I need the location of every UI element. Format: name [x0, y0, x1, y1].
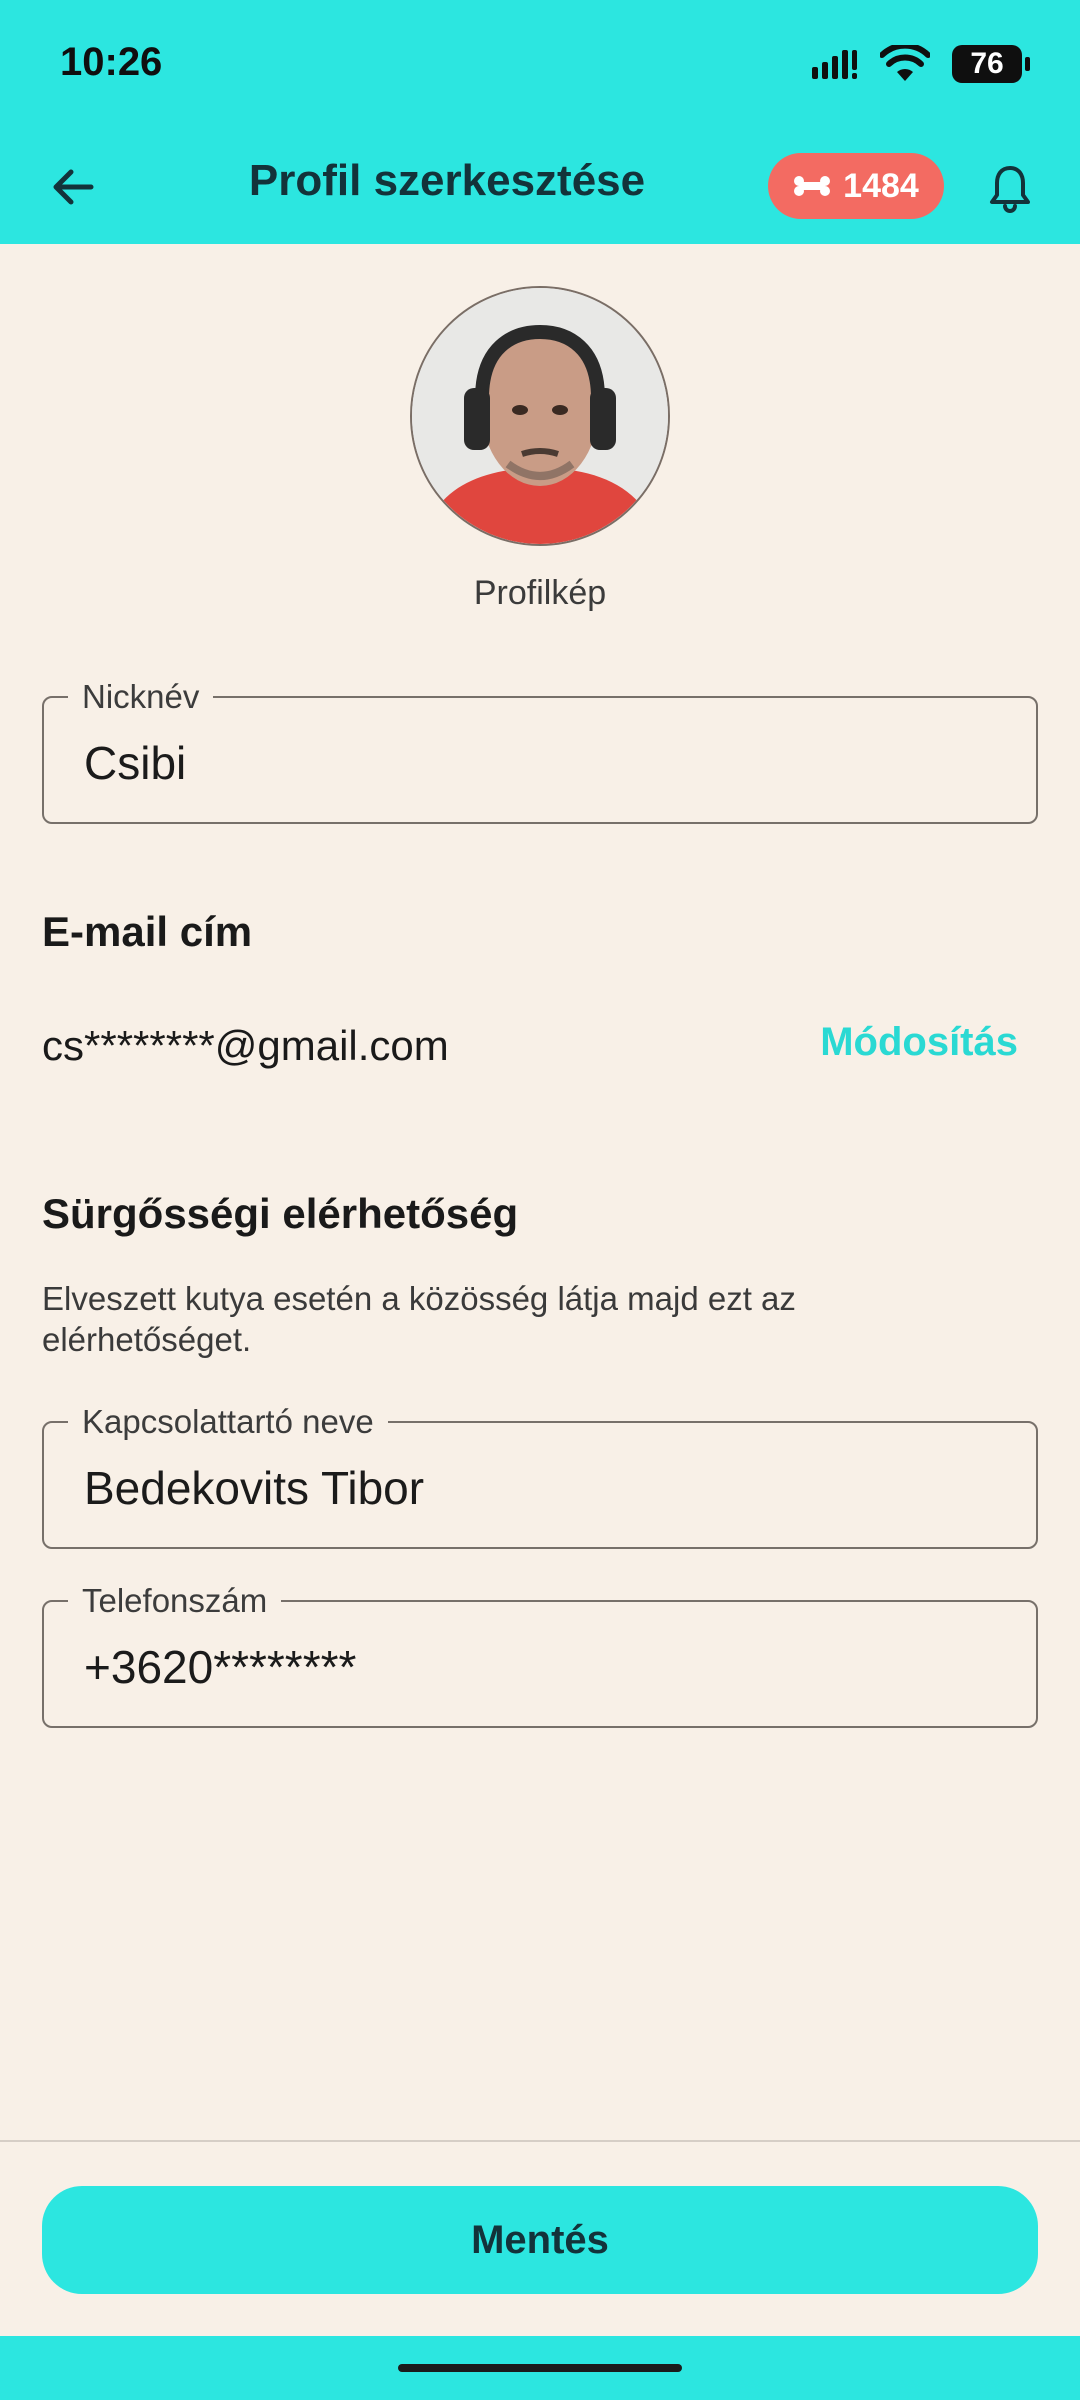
email-value: cs********@gmail.com — [42, 1022, 449, 1069]
save-button[interactable]: Mentés — [42, 2186, 1038, 2294]
contact-name-label: Kapcsolattartó neve — [68, 1403, 388, 1441]
page-title: Profil szerkesztése — [248, 156, 646, 205]
emergency-description: Elveszett kutya esetén a közösség látja … — [42, 1280, 796, 1358]
avatar-caption: Profilkép — [473, 574, 607, 612]
bell-icon — [990, 166, 1030, 213]
contact-name-field[interactable]: Kapcsolattartó neve Bedekovits Tibor — [42, 1403, 1038, 1549]
email-section-title: E-mail cím — [42, 908, 253, 955]
signal-icon — [812, 50, 857, 79]
phone-input[interactable]: +3620******** — [84, 1640, 356, 1694]
system-nav-bar — [0, 2336, 1080, 2400]
bone-icon — [794, 176, 831, 196]
app-bar: Profil szerkesztése 1484 — [0, 126, 1080, 244]
points-count: 1484 — [843, 166, 919, 205]
notifications-button[interactable] — [978, 156, 1042, 220]
contact-name-input[interactable]: Bedekovits Tibor — [84, 1461, 424, 1515]
points-badge[interactable]: 1484 — [768, 153, 944, 219]
wifi-icon — [880, 45, 930, 81]
modify-email-link[interactable]: Módosítás — [820, 1020, 1018, 1065]
battery-indicator: 76 — [952, 45, 1030, 83]
nickname-input[interactable]: Csibi — [84, 736, 186, 790]
nickname-field[interactable]: Nicknév Csibi — [42, 678, 1038, 824]
status-icons: 76 — [810, 40, 1030, 88]
footer-divider — [0, 2140, 1080, 2142]
phone-label: Telefonszám — [68, 1582, 282, 1620]
nickname-label: Nicknév — [68, 678, 214, 716]
phone-field[interactable]: Telefonszám +3620******** — [42, 1582, 1038, 1728]
home-indicator[interactable] — [398, 2364, 682, 2372]
emergency-section-title: Sürgősségi elérhetőség — [42, 1190, 519, 1237]
battery-level: 76 — [970, 47, 1004, 80]
profile-avatar[interactable] — [410, 286, 670, 546]
status-bar: 10:26 76 — [0, 0, 1080, 126]
status-time: 10:26 — [60, 40, 163, 84]
profile-photo — [412, 288, 668, 544]
